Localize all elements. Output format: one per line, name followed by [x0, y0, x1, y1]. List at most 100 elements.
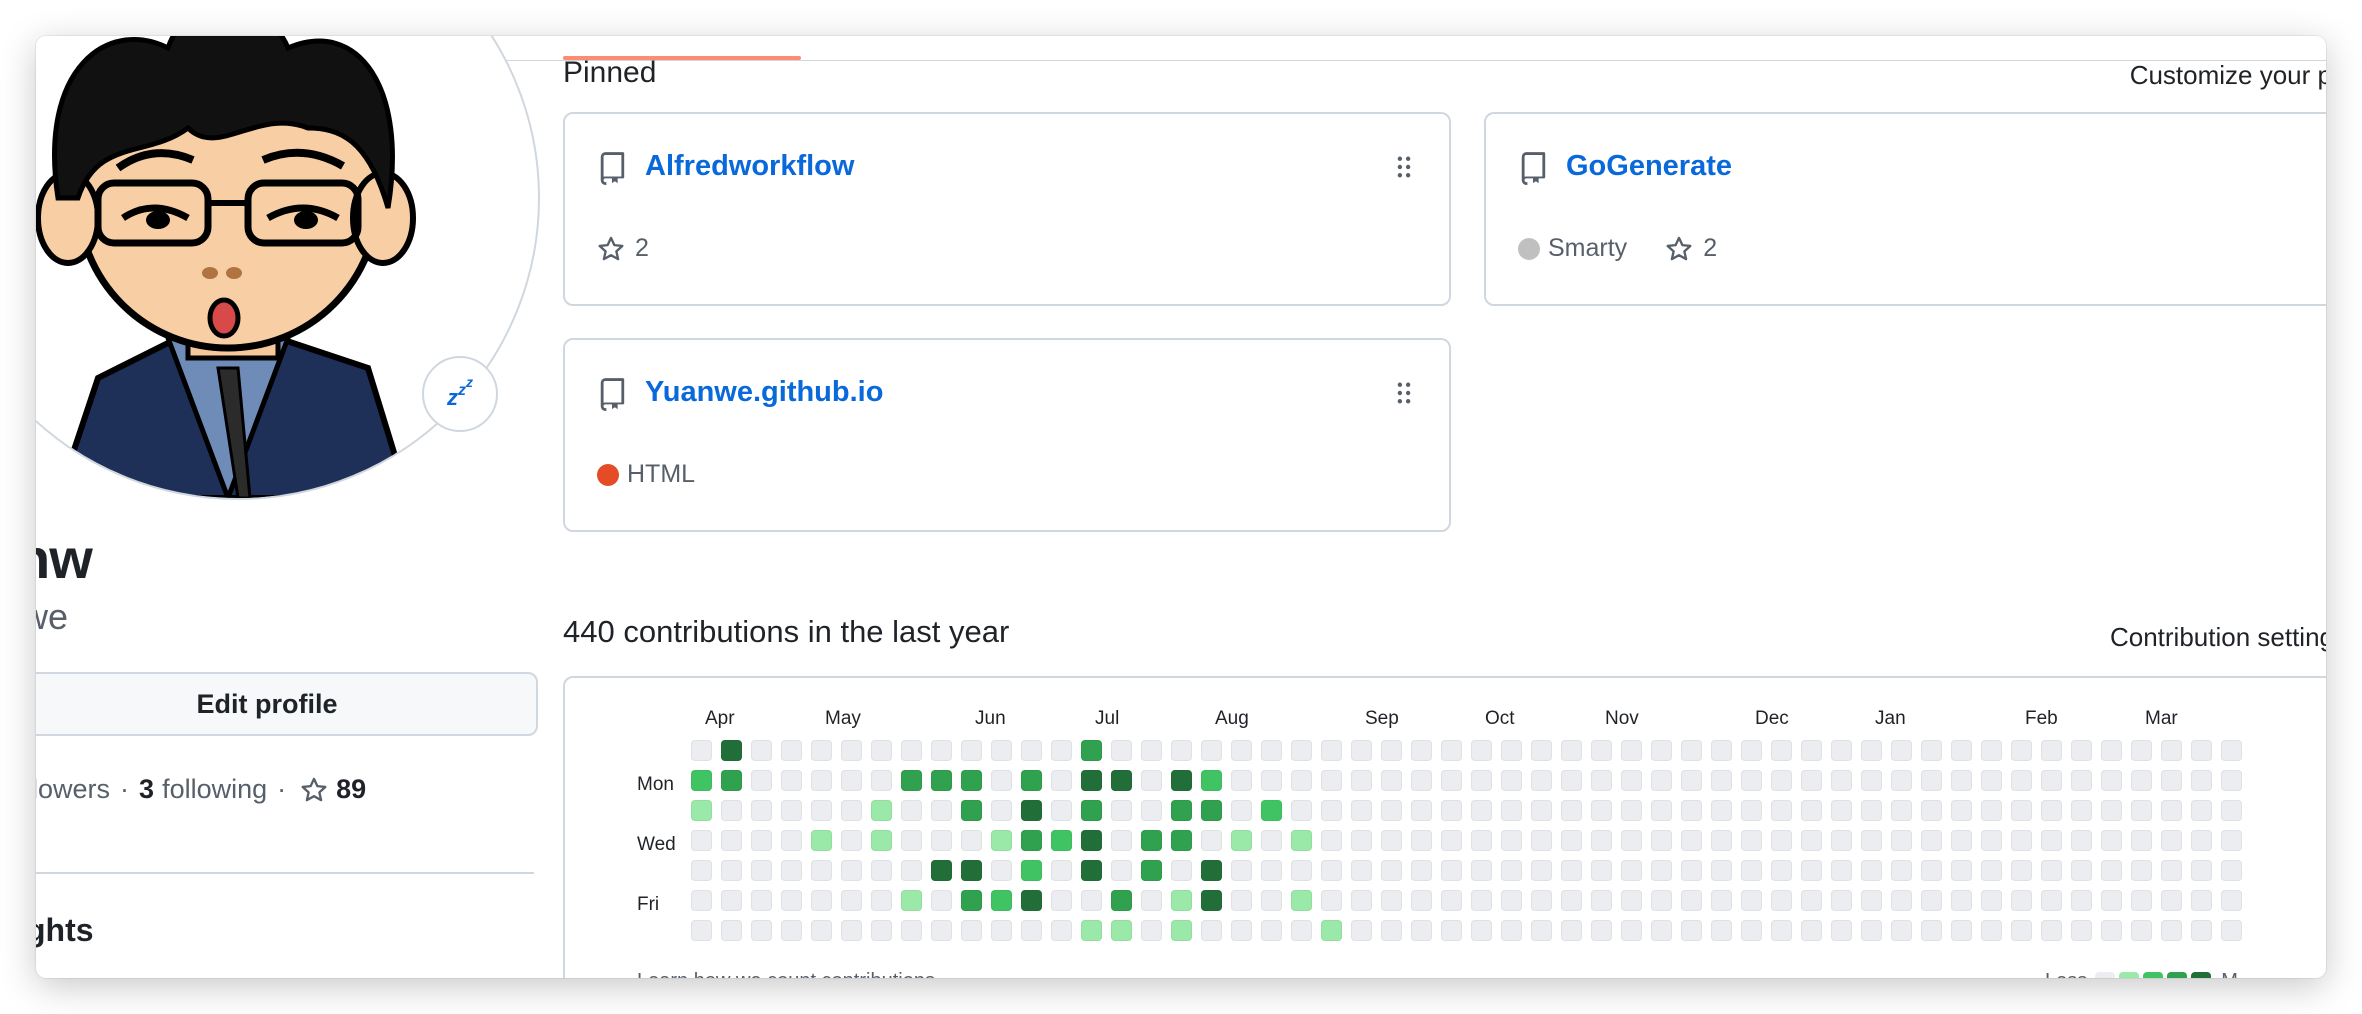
contribution-day[interactable]: [781, 920, 802, 941]
contribution-day[interactable]: [1111, 890, 1132, 911]
contribution-day[interactable]: [1321, 770, 1342, 791]
contribution-day[interactable]: [1141, 860, 1162, 881]
contribution-day[interactable]: [1711, 890, 1732, 911]
contribution-day[interactable]: [1771, 770, 1792, 791]
contribution-day[interactable]: [1021, 800, 1042, 821]
contribution-day[interactable]: [1561, 890, 1582, 911]
contribution-day[interactable]: [1621, 890, 1642, 911]
contribution-day[interactable]: [901, 860, 922, 881]
contribution-day[interactable]: [1051, 920, 1072, 941]
contribution-day[interactable]: [1141, 890, 1162, 911]
contribution-day[interactable]: [1561, 740, 1582, 761]
contribution-day[interactable]: [2161, 830, 2182, 851]
contribution-day[interactable]: [1801, 770, 1822, 791]
contribution-day[interactable]: [1471, 890, 1492, 911]
contribution-day[interactable]: [2191, 920, 2212, 941]
contribution-day[interactable]: [1621, 920, 1642, 941]
contribution-day[interactable]: [1531, 800, 1552, 821]
contribution-day[interactable]: [1051, 860, 1072, 881]
contribution-day[interactable]: [1981, 800, 2002, 821]
contribution-day[interactable]: [1171, 740, 1192, 761]
contribution-day[interactable]: [1411, 740, 1432, 761]
contribution-day[interactable]: [1651, 800, 1672, 821]
contribution-day[interactable]: [1381, 920, 1402, 941]
contribution-day[interactable]: [961, 740, 982, 761]
contribution-day[interactable]: [1711, 800, 1732, 821]
contribution-day[interactable]: [1831, 740, 1852, 761]
contribution-day[interactable]: [1051, 800, 1072, 821]
contribution-day[interactable]: [871, 830, 892, 851]
contribution-day[interactable]: [1951, 920, 1972, 941]
contribution-day[interactable]: [1861, 890, 1882, 911]
contribution-day[interactable]: [1201, 890, 1222, 911]
contribution-day[interactable]: [2041, 890, 2062, 911]
contribution-day[interactable]: [1081, 740, 1102, 761]
contribution-day[interactable]: [1351, 890, 1372, 911]
contribution-day[interactable]: [1321, 740, 1342, 761]
contribution-day[interactable]: [991, 890, 1012, 911]
contribution-day[interactable]: [2191, 770, 2212, 791]
contribution-day[interactable]: [2131, 770, 2152, 791]
contribution-day[interactable]: [1591, 920, 1612, 941]
contribution-day[interactable]: [1351, 770, 1372, 791]
contribution-day[interactable]: [1441, 920, 1462, 941]
contribution-day[interactable]: [961, 830, 982, 851]
contribution-day[interactable]: [901, 890, 922, 911]
contribution-day[interactable]: [1081, 860, 1102, 881]
contribution-day[interactable]: [1411, 920, 1432, 941]
repo-link[interactable]: Alfredworkflow: [645, 150, 854, 183]
contribution-day[interactable]: [1261, 860, 1282, 881]
contribution-day[interactable]: [1021, 830, 1042, 851]
contribution-day[interactable]: [1621, 740, 1642, 761]
contribution-day[interactable]: [2041, 860, 2062, 881]
contribution-day[interactable]: [691, 860, 712, 881]
contribution-day[interactable]: [2221, 800, 2242, 821]
contribution-day[interactable]: [1981, 830, 2002, 851]
contribution-day[interactable]: [1801, 890, 1822, 911]
contribution-day[interactable]: [1111, 740, 1132, 761]
contribution-day[interactable]: [2071, 890, 2092, 911]
contribution-day[interactable]: [871, 890, 892, 911]
contribution-day[interactable]: [1531, 890, 1552, 911]
contribution-day[interactable]: [1621, 770, 1642, 791]
contribution-day[interactable]: [1921, 740, 1942, 761]
contribution-day[interactable]: [1831, 830, 1852, 851]
contribution-day[interactable]: [1771, 800, 1792, 821]
contribution-day[interactable]: [2191, 800, 2212, 821]
contribution-day[interactable]: [1471, 770, 1492, 791]
contribution-day[interactable]: [1141, 920, 1162, 941]
contribution-day[interactable]: [1921, 920, 1942, 941]
contribution-day[interactable]: [1231, 800, 1252, 821]
contribution-day[interactable]: [1681, 860, 1702, 881]
contribution-day[interactable]: [961, 800, 982, 821]
contribution-day[interactable]: [2071, 920, 2092, 941]
contribution-day[interactable]: [1081, 770, 1102, 791]
contribution-day[interactable]: [1711, 920, 1732, 941]
contribution-day[interactable]: [901, 770, 922, 791]
contribution-day[interactable]: [931, 920, 952, 941]
contribution-day[interactable]: [691, 920, 712, 941]
contribution-day[interactable]: [1981, 860, 2002, 881]
contribution-day[interactable]: [1231, 890, 1252, 911]
contribution-day[interactable]: [931, 740, 952, 761]
contribution-day[interactable]: [1261, 800, 1282, 821]
contribution-day[interactable]: [1441, 740, 1462, 761]
contribution-day[interactable]: [1591, 770, 1612, 791]
contribution-day[interactable]: [1921, 800, 1942, 821]
contribution-day[interactable]: [1981, 740, 2002, 761]
contribution-day[interactable]: [781, 830, 802, 851]
contribution-day[interactable]: [2221, 920, 2242, 941]
contribution-day[interactable]: [1651, 740, 1672, 761]
contribution-day[interactable]: [991, 800, 1012, 821]
drag-handle-icon[interactable]: [1397, 156, 1411, 178]
contribution-day[interactable]: [1381, 860, 1402, 881]
contribution-day[interactable]: [1141, 740, 1162, 761]
contribution-day[interactable]: [721, 890, 742, 911]
contribution-day[interactable]: [931, 860, 952, 881]
contribution-day[interactable]: [781, 860, 802, 881]
contribution-day[interactable]: [2011, 830, 2032, 851]
contribution-day[interactable]: [1771, 740, 1792, 761]
contribution-day[interactable]: [1261, 770, 1282, 791]
contribution-day[interactable]: [901, 830, 922, 851]
contribution-day[interactable]: [2011, 890, 2032, 911]
